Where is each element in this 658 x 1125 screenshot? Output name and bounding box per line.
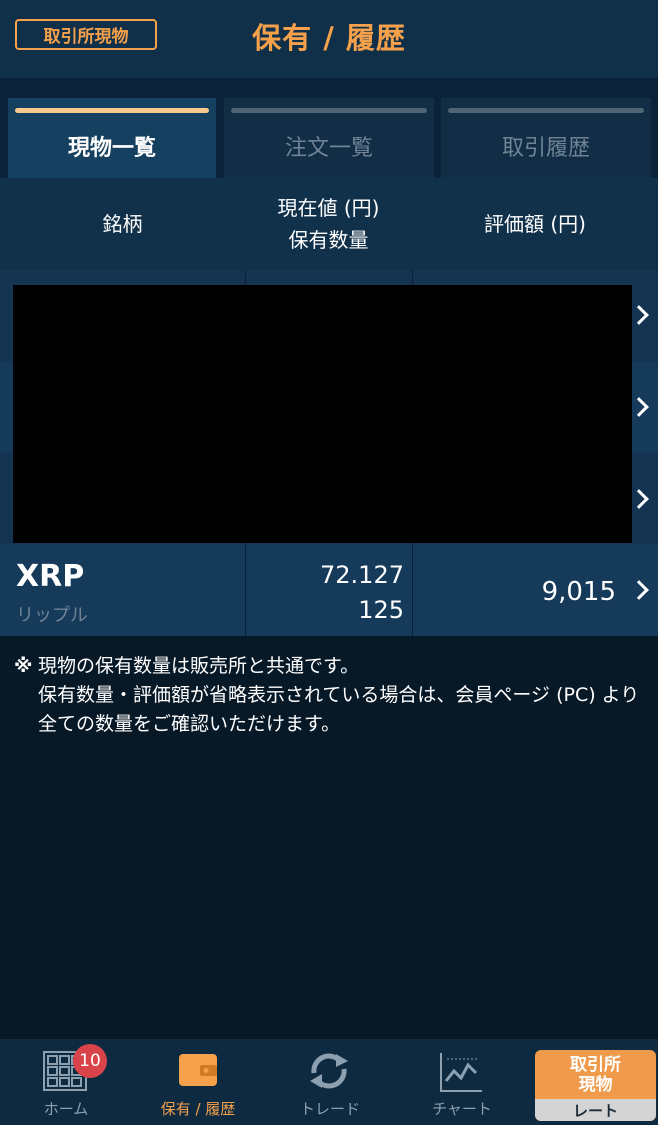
nav-label: 保有 / 履歴 [160,1100,236,1118]
redacted-rows [13,285,632,543]
chevron-right-icon [629,489,649,509]
nav-holdings-history[interactable]: 保有 / 履歴 [132,1039,264,1125]
nav-home[interactable]: 10 ホーム [0,1039,132,1125]
exchange-rate-button[interactable]: 取引所 現物 レート [535,1050,656,1121]
chevron-right-icon [629,397,649,417]
nav-label: チャート [432,1100,492,1118]
column-header-price-qty: 現在値 (円) 保有数量 [245,178,412,270]
asset-name: リップル [16,605,88,626]
notification-badge: 10 [73,1044,107,1078]
asset-symbol: XRP [16,559,85,594]
column-header-qty: 保有数量 [288,228,369,252]
rate-label-line-1: 取引所 [570,1054,621,1075]
table-header: 銘柄 現在値 (円) 保有数量 評価額 (円) [0,178,658,270]
rate-label-line-2: 現物 [578,1074,613,1095]
current-price: 72.127 [320,561,404,589]
wallet-icon [179,1054,217,1086]
chart-icon [440,1053,482,1092]
header-bar: 取引所現物 保有 / 履歴 [0,0,658,78]
tab-label: 取引履歴 [501,136,590,161]
refresh-icon [310,1053,348,1089]
nav-label: トレード [299,1100,360,1118]
tab-label: 注文一覧 [284,136,373,161]
page-title: 保有 / 履歴 [252,21,406,55]
nav-label: ホーム [43,1100,89,1118]
valuation-amount: 9,015 [541,577,616,607]
note-mark: ※ [14,655,33,677]
tab-label: 現物一覧 [67,136,156,161]
holding-quantity: 125 [358,596,404,624]
column-header-valuation: 評価額 (円) [484,212,586,236]
note-line-2: 保有数量・評価額が省略表示されている場合は、会員ページ (PC) より全ての数量… [38,684,640,735]
chevron-right-icon [629,580,649,600]
tab-bar: 現物一覧 注文一覧 取引履歴 [0,78,658,178]
column-header-symbol: 銘柄 [102,212,143,236]
app-root: 取引所現物 保有 / 履歴 現物一覧 注文一覧 取引履歴 銘柄 現在値 (円) … [0,0,658,1125]
holdings-note: ※ 現物の保有数量は販売所と共通です。 保有数量・評価額が省略表示されている場合… [14,652,644,739]
note-line-1: 現物の保有数量は販売所と共通です。 [38,655,360,677]
column-header-price: 現在値 (円) [277,196,380,220]
bottom-navigation: 10 ホーム 保有 / 履歴 トレード チャート 取引所 現物 レート [0,1039,658,1125]
nav-chart[interactable]: チャート [396,1039,528,1125]
chevron-right-icon [629,305,649,325]
tab-trade-history[interactable]: 取引履歴 [441,98,651,178]
tab-order-list[interactable]: 注文一覧 [224,98,434,178]
tab-holdings-list[interactable]: 現物一覧 [8,98,216,178]
table-row-xrp[interactable]: XRP リップル 72.127 125 9,015 [0,544,658,636]
rate-label: レート [535,1099,656,1121]
nav-trade[interactable]: トレード [264,1039,396,1125]
